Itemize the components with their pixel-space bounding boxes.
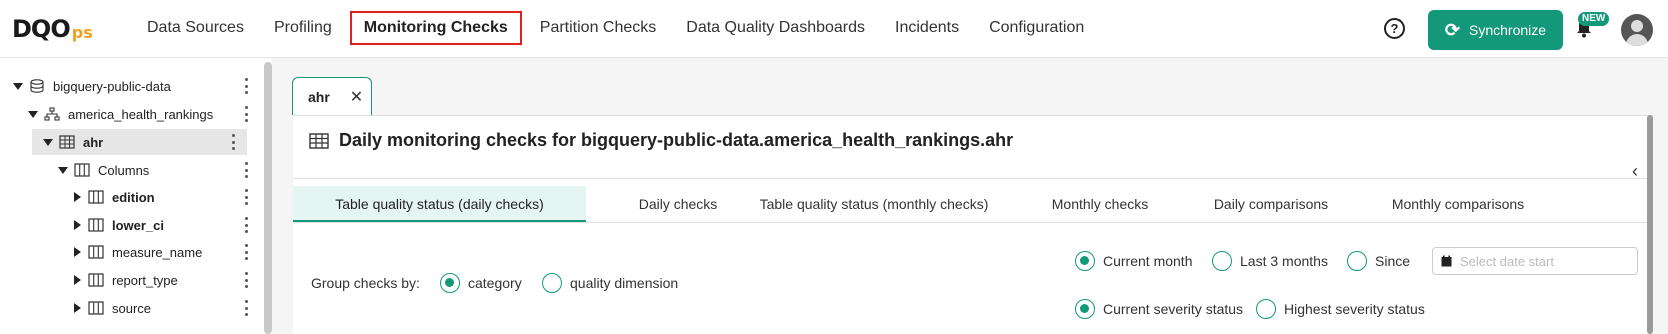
column-icon <box>88 190 104 204</box>
radio-since-label[interactable]: Since <box>1375 253 1410 269</box>
radio-current-severity[interactable] <box>1075 299 1095 319</box>
tree-item-label: lower_ci <box>112 217 165 233</box>
radio-since[interactable] <box>1347 251 1367 271</box>
calendar-icon <box>1441 255 1452 267</box>
radio-quality-dimension-label[interactable]: quality dimension <box>570 275 678 291</box>
nav-incidents[interactable]: Incidents <box>880 11 974 45</box>
caret-right-icon[interactable] <box>74 192 81 202</box>
panel-scrollbar[interactable] <box>1647 115 1653 334</box>
tree-item-edition[interactable]: edition <box>0 184 260 210</box>
caret-right-icon[interactable] <box>74 303 81 313</box>
tree-item-label: bigquery-public-data <box>53 78 171 94</box>
subtab-daily-comparisons[interactable]: Daily comparisons <box>1196 186 1346 222</box>
tree-item-measure-name[interactable]: measure_name <box>0 239 260 265</box>
page-title: Daily monitoring checks for bigquery-pub… <box>309 130 1013 151</box>
radio-last-3-months[interactable] <box>1212 251 1232 271</box>
synchronize-label: Synchronize <box>1469 22 1547 38</box>
tree-item-label: edition <box>112 189 155 205</box>
caret-down-icon[interactable] <box>58 166 68 174</box>
tree-item-label: report_type <box>112 272 178 288</box>
tree-item-columns[interactable]: Columns <box>0 157 260 183</box>
schema-icon <box>44 107 60 121</box>
column-icon <box>88 218 104 232</box>
radio-highest-severity[interactable] <box>1256 299 1276 319</box>
radio-current-severity-label[interactable]: Current severity status <box>1103 301 1243 317</box>
date-start-input[interactable]: Select date start <box>1432 247 1638 275</box>
question-circle-icon[interactable]: ? <box>1384 18 1405 39</box>
tree-item-label: source <box>112 300 152 316</box>
caret-right-icon[interactable] <box>74 220 81 230</box>
sidebar-scrollbar[interactable] <box>264 62 272 334</box>
divider <box>293 222 1647 223</box>
tree-item-america-health-rankings[interactable]: america_health_rankings <box>0 101 260 127</box>
tree-item-bigquery-public-data[interactable]: bigquery-public-data <box>0 73 260 99</box>
sync-icon: ⟳ <box>1444 19 1461 40</box>
group-by-label: Group checks by: <box>311 275 420 291</box>
new-badge: NEW <box>1578 12 1610 26</box>
tree-item-label: Columns <box>98 162 150 178</box>
column-icon <box>88 245 104 259</box>
nav-data-sources[interactable]: Data Sources <box>132 11 259 45</box>
kebab-menu-icon[interactable] <box>244 78 248 94</box>
top-bar: DQO ps Data Sources Profiling Monitoring… <box>0 0 1668 58</box>
tree-item-lower-ci[interactable]: lower_ci <box>0 212 260 238</box>
logo-accent-text: ps <box>71 22 93 42</box>
caret-right-icon[interactable] <box>74 275 81 285</box>
tree-item-label: measure_name <box>112 244 203 260</box>
date-start-placeholder: Select date start <box>1460 253 1554 269</box>
divider <box>293 178 1647 179</box>
dqops-logo[interactable]: DQO ps <box>12 14 93 44</box>
tab-ahr[interactable]: ahr ✕ <box>292 77 372 115</box>
user-avatar-icon[interactable] <box>1621 14 1653 46</box>
radio-last-3-months-label[interactable]: Last 3 months <box>1240 253 1328 269</box>
main-nav: Data Sources Profiling Monitoring Checks… <box>132 10 1099 46</box>
columns-icon <box>74 163 90 177</box>
tree-item-report-type[interactable]: report_type <box>0 267 260 293</box>
subtab-daily-checks[interactable]: Daily checks <box>602 186 754 222</box>
tree-item-ahr[interactable]: ahr <box>32 129 247 155</box>
nav-monitoring-checks[interactable]: Monitoring Checks <box>349 11 522 45</box>
caret-down-icon[interactable] <box>43 138 53 146</box>
caret-right-icon[interactable] <box>74 247 81 257</box>
column-icon <box>88 273 104 287</box>
nav-configuration[interactable]: Configuration <box>974 11 1099 45</box>
tree-item-label: ahr <box>83 134 104 150</box>
close-icon[interactable]: ✕ <box>350 87 363 107</box>
radio-highest-severity-label[interactable]: Highest severity status <box>1284 301 1425 317</box>
kebab-menu-icon[interactable] <box>244 217 248 233</box>
radio-current-month[interactable] <box>1075 251 1095 271</box>
kebab-menu-icon[interactable] <box>244 189 248 205</box>
radio-category[interactable] <box>440 273 460 293</box>
subtab-monthly-comparisons[interactable]: Monthly comparisons <box>1380 186 1536 222</box>
table-icon <box>59 135 75 149</box>
logo-text: DQO <box>12 15 71 43</box>
database-icon <box>30 79 44 93</box>
radio-category-label[interactable]: category <box>468 275 522 291</box>
nav-profiling[interactable]: Profiling <box>259 11 347 45</box>
kebab-menu-icon[interactable] <box>231 134 235 150</box>
nav-partition-checks[interactable]: Partition Checks <box>525 11 672 45</box>
kebab-menu-icon[interactable] <box>244 244 248 260</box>
synchronize-button[interactable]: ⟳ Synchronize <box>1428 10 1563 50</box>
subtab-table-quality-status-monthly[interactable]: Table quality status (monthly checks) <box>752 186 996 222</box>
tree-item-label: america_health_rankings <box>68 106 214 122</box>
caret-down-icon[interactable] <box>28 110 38 118</box>
kebab-menu-icon[interactable] <box>244 272 248 288</box>
kebab-menu-icon[interactable] <box>244 162 248 178</box>
radio-quality-dimension[interactable] <box>542 273 562 293</box>
column-icon <box>88 301 104 315</box>
tab-label: ahr <box>308 88 330 105</box>
tree-item-source[interactable]: source <box>0 295 260 321</box>
page-title-text: Daily monitoring checks for bigquery-pub… <box>339 130 1014 150</box>
caret-down-icon[interactable] <box>13 82 23 90</box>
subtab-monthly-checks[interactable]: Monthly checks <box>1036 186 1164 222</box>
subtab-table-quality-status-daily[interactable]: Table quality status (daily checks) <box>293 186 586 222</box>
kebab-menu-icon[interactable] <box>244 300 248 316</box>
nav-data-quality-dashboards[interactable]: Data Quality Dashboards <box>671 11 880 45</box>
kebab-menu-icon[interactable] <box>244 106 248 122</box>
radio-current-month-label[interactable]: Current month <box>1103 253 1192 269</box>
table-icon <box>309 132 329 149</box>
